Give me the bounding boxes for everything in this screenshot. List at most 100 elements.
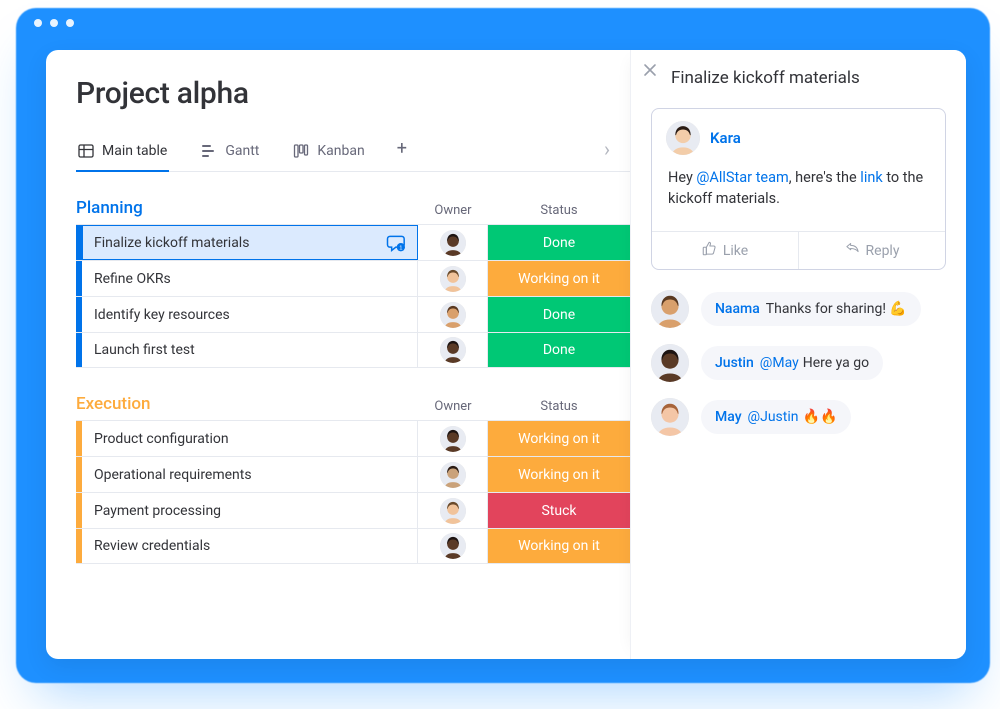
reply-bubble[interactable]: Naama Thanks for sharing! 💪 (701, 292, 921, 326)
status-cell[interactable]: Done (488, 297, 630, 332)
reply-button[interactable]: Reply (798, 232, 945, 269)
owner-cell[interactable] (418, 457, 488, 492)
reply-bubble[interactable]: Justin @May Here ya go (701, 346, 883, 380)
avatar (440, 266, 466, 292)
reply-text: Here ya go (803, 355, 869, 371)
reply-item: Naama Thanks for sharing! 💪 (651, 290, 946, 328)
table-row[interactable]: Review credentials Working on it (76, 528, 630, 564)
item-name: Refine OKRs (94, 271, 171, 287)
avatar (651, 344, 689, 382)
reply-bubble[interactable]: May @Justin 🔥🔥 (701, 400, 851, 434)
tab-gantt[interactable]: Gantt (199, 137, 261, 171)
tabs-overflow-indicator[interactable]: › (604, 137, 610, 171)
group-planning: Planning Owner Status Finalize kickoff m… (76, 198, 630, 368)
owner-cell[interactable] (418, 493, 488, 528)
reply-author[interactable]: Naama (715, 301, 760, 317)
group-title[interactable]: Planning (76, 198, 143, 218)
gantt-icon (201, 143, 217, 159)
column-header-status[interactable]: Status (488, 399, 630, 414)
table-row[interactable]: Launch first test Done (76, 332, 630, 368)
side-panel-title: Finalize kickoff materials (671, 68, 946, 88)
row-name-cell[interactable]: Operational requirements (82, 457, 418, 492)
table-row[interactable]: Operational requirements Working on it (76, 456, 630, 492)
status-cell[interactable]: Working on it (488, 421, 630, 456)
table-row[interactable]: Product configuration Working on it (76, 420, 630, 456)
reply-author[interactable]: Justin (715, 355, 754, 371)
item-name: Payment processing (94, 503, 221, 519)
item-name: Identify key resources (94, 307, 230, 323)
row-name-cell[interactable]: Refine OKRs (82, 261, 418, 296)
avatar (440, 302, 466, 328)
window-dot (66, 19, 74, 27)
status-cell[interactable]: Working on it (488, 261, 630, 296)
row-name-cell[interactable]: Launch first test (82, 333, 418, 367)
replies-list: Naama Thanks for sharing! 💪 Justin @May … (651, 290, 946, 436)
status-cell[interactable]: Stuck (488, 493, 630, 528)
item-name: Finalize kickoff materials (94, 235, 249, 251)
row-name-cell[interactable]: Payment processing (82, 493, 418, 528)
mention[interactable]: @AllStar team (696, 169, 788, 186)
owner-cell[interactable] (418, 333, 488, 367)
owner-cell[interactable] (418, 529, 488, 563)
status-cell[interactable]: Done (488, 333, 630, 367)
group-title[interactable]: Execution (76, 394, 151, 414)
column-header-status[interactable]: Status (488, 203, 630, 218)
row-name-cell[interactable]: Identify key resources (82, 297, 418, 332)
link-text[interactable]: link (860, 169, 882, 186)
avatar (651, 290, 689, 328)
avatar (440, 337, 466, 363)
owner-cell[interactable] (418, 261, 488, 296)
mention[interactable]: @May (760, 355, 799, 371)
group-execution: Execution Owner Status Product configura… (76, 394, 630, 564)
owner-cell[interactable] (418, 225, 488, 260)
browser-frame: Project alpha Main table Gantt (16, 8, 990, 683)
comment-author[interactable]: Kara (710, 129, 741, 147)
app-window: Project alpha Main table Gantt (46, 50, 966, 659)
avatar (440, 462, 466, 488)
row-name-cell[interactable]: Review credentials (82, 529, 418, 563)
conversation-icon[interactable]: 1 (385, 233, 405, 253)
comment-card: Kara Hey @AllStar team, here's the link … (651, 108, 946, 270)
tab-kanban[interactable]: Kanban (291, 137, 366, 171)
item-name: Product configuration (94, 431, 229, 447)
row-name-cell[interactable]: Product configuration (82, 421, 418, 456)
owner-cell[interactable] (418, 297, 488, 332)
window-dot (34, 19, 42, 27)
item-name: Launch first test (94, 342, 195, 358)
reply-text: Thanks for sharing! 💪 (766, 301, 907, 317)
column-header-owner[interactable]: Owner (418, 203, 488, 218)
table-row[interactable]: Refine OKRs Working on it (76, 260, 630, 296)
status-cell[interactable]: Working on it (488, 457, 630, 492)
status-cell[interactable]: Working on it (488, 529, 630, 563)
avatar (440, 498, 466, 524)
tab-main-table[interactable]: Main table (76, 137, 169, 171)
like-button[interactable]: Like (652, 232, 798, 269)
mention[interactable]: @Justin (748, 409, 799, 425)
tab-label: Gantt (225, 143, 259, 159)
avatar (651, 398, 689, 436)
table-icon (78, 143, 94, 159)
owner-cell[interactable] (418, 421, 488, 456)
item-side-panel: Finalize kickoff materials Kara Hey @All… (630, 50, 966, 659)
avatar (440, 533, 466, 559)
svg-text:1: 1 (399, 245, 402, 251)
avatar (440, 230, 466, 256)
table-row[interactable]: Finalize kickoff materials 1 Done (76, 224, 630, 260)
reply-author[interactable]: May (715, 409, 742, 425)
close-icon[interactable] (643, 62, 657, 81)
row-name-cell[interactable]: Finalize kickoff materials 1 (82, 225, 418, 260)
column-header-owner[interactable]: Owner (418, 399, 488, 414)
add-view-button[interactable]: + (397, 140, 407, 168)
tab-label: Main table (102, 143, 167, 159)
window-controls (16, 8, 990, 38)
table-row[interactable]: Payment processing Stuck (76, 492, 630, 528)
window-dot (50, 19, 58, 27)
reply-item: May @Justin 🔥🔥 (651, 398, 946, 436)
reply-item: Justin @May Here ya go (651, 344, 946, 382)
item-name: Operational requirements (94, 467, 252, 483)
avatar (440, 426, 466, 452)
thumbs-up-icon (702, 241, 717, 260)
status-cell[interactable]: Done (488, 225, 630, 260)
page-title: Project alpha (76, 76, 630, 111)
table-row[interactable]: Identify key resources Done (76, 296, 630, 332)
